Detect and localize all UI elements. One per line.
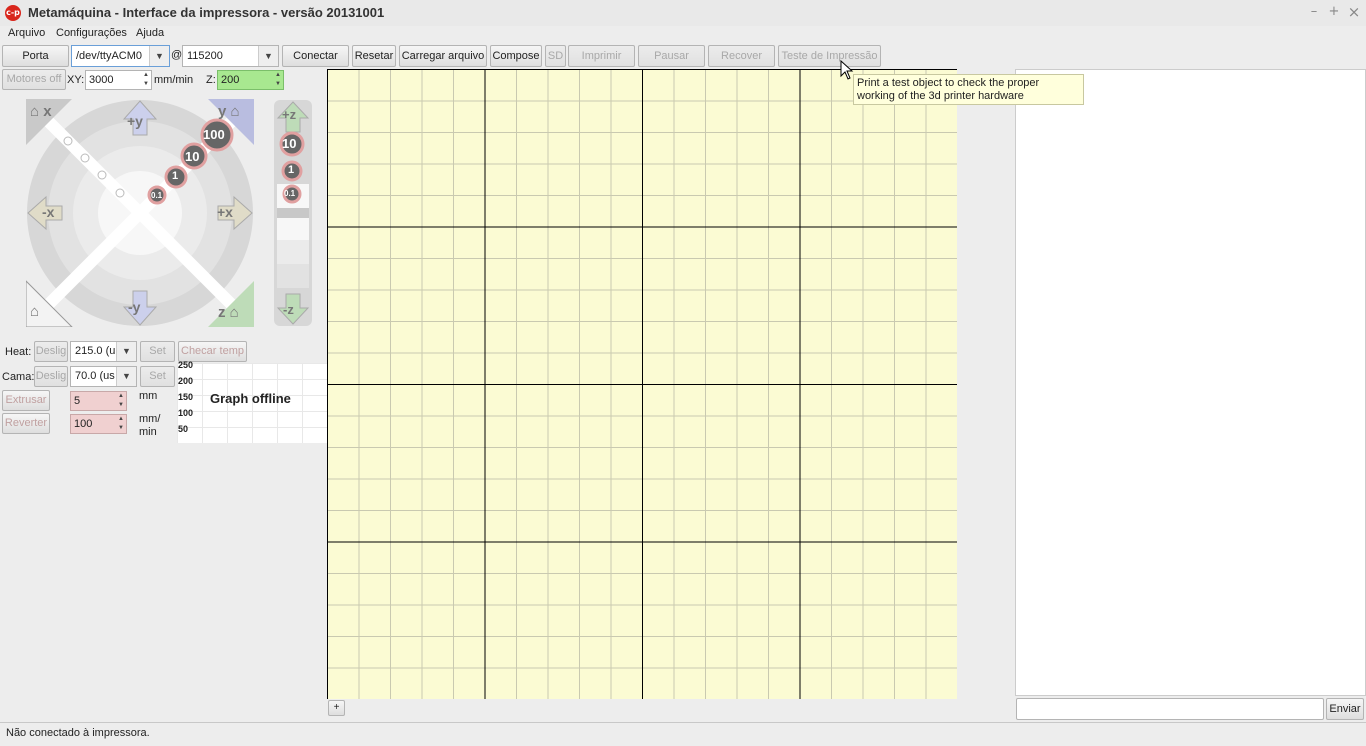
mouse-cursor-icon [840, 60, 854, 80]
chevron-down-icon: ▼ [258, 46, 278, 66]
extrude-length-value: 5 [74, 395, 81, 407]
graph-tick-150: 150 [178, 392, 194, 402]
metamaquina-logo-icon: c-p [5, 5, 21, 21]
motors-off-button[interactable]: Motores off [2, 69, 66, 90]
test-print-button[interactable]: Teste de Impressão [778, 45, 881, 67]
home-x-button[interactable]: ⌂ x [30, 103, 52, 120]
z-jog-control[interactable] [274, 100, 312, 326]
jog-plus-z-button[interactable]: +z [282, 107, 296, 122]
pause-button[interactable]: Pausar [638, 45, 705, 67]
spin-arrows-icon: ▲ ▼ [275, 72, 281, 87]
z-label: Z: [206, 74, 216, 86]
step-10-button[interactable]: 10 [185, 149, 199, 164]
baud-value: 115200 [187, 50, 223, 62]
home-y-label: y [218, 103, 227, 120]
maximize-button[interactable]: + [1326, 4, 1342, 20]
xy-label: XY: [67, 74, 85, 86]
send-button[interactable]: Enviar [1326, 698, 1364, 720]
heat-temp-value: 215.0 (u [75, 345, 116, 357]
window-title: Metamáquina - Interface da impressora - … [28, 5, 385, 20]
extrude-unit-label: mm [139, 390, 158, 402]
reset-button[interactable]: Resetar [352, 45, 396, 67]
spin-arrows-icon: ▲ ▼ [143, 72, 149, 87]
extrude-feed-value: 100 [74, 418, 93, 430]
minimize-button[interactable]: – [1306, 4, 1322, 20]
print-platter[interactable] [327, 69, 957, 699]
xy-unit-label: mm/min [154, 74, 194, 86]
heat-label: Heat: [5, 346, 32, 358]
jog-minus-z-button[interactable]: -z [283, 302, 294, 317]
menu-arquivo[interactable]: Arquivo [8, 27, 45, 39]
test-print-tooltip: Print a test object to check the proper … [853, 74, 1084, 105]
jog-minus-y-button[interactable]: -y [128, 299, 140, 315]
port-value: /dev/ttyACM0 [76, 50, 143, 62]
spin-arrows-icon: ▲ ▼ [118, 416, 124, 431]
baud-select[interactable]: 115200 ▼ [182, 45, 279, 67]
graph-tick-200: 200 [178, 376, 194, 386]
extrude-feed-input[interactable]: 100 ▲ ▼ [70, 414, 127, 434]
z-feedrate-input[interactable]: 200 ▲ ▼ [217, 70, 284, 90]
command-input[interactable] [1016, 698, 1324, 720]
platter-add-button[interactable]: + [328, 700, 345, 716]
step-0-1-button[interactable]: 0.1 [151, 191, 162, 200]
home-z-label: z [218, 304, 226, 321]
bed-temp-value: 70.0 (us [75, 370, 115, 382]
bed-off-button[interactable]: Deslig [34, 366, 68, 387]
home-y-button[interactable]: y ⌂ [218, 103, 240, 120]
graph-status: Graph offline [210, 391, 291, 406]
home-z-button[interactable]: z ⌂ [218, 304, 239, 321]
connect-button[interactable]: Conectar [282, 45, 349, 67]
at-label: @ [171, 49, 183, 61]
step-100-button[interactable]: 100 [203, 127, 225, 142]
check-temp-button[interactable]: Checar temp [178, 341, 247, 362]
port-select[interactable]: /dev/ttyACM0 ▼ [71, 45, 170, 67]
z-step-10-button[interactable]: 10 [282, 136, 296, 151]
compose-button[interactable]: Compose [490, 45, 542, 67]
bed-set-button[interactable]: Set [140, 366, 175, 387]
extrude-button[interactable]: Extrusar [2, 390, 50, 411]
load-file-button[interactable]: Carregar arquivo [399, 45, 487, 67]
home-x-label: x [43, 103, 52, 120]
console-log[interactable] [1015, 69, 1366, 696]
chevron-down-icon: ▼ [116, 367, 136, 386]
menu-configuracoes[interactable]: Configurações [56, 27, 127, 39]
chevron-down-icon: ▼ [116, 342, 136, 361]
heat-set-button[interactable]: Set [140, 341, 175, 362]
print-button[interactable]: Imprimir [568, 45, 635, 67]
home-all-button[interactable]: ⌂ [30, 303, 39, 320]
jog-plus-y-button[interactable]: +y [127, 113, 143, 129]
step-1-button[interactable]: 1 [172, 170, 178, 182]
graph-tick-100: 100 [178, 408, 194, 418]
bed-temp-select[interactable]: 70.0 (us ▼ [70, 366, 137, 387]
recover-button[interactable]: Recover [708, 45, 775, 67]
heat-off-button[interactable]: Deslig [34, 341, 68, 362]
bed-label: Cama: [2, 371, 35, 383]
xy-feedrate-value: 3000 [89, 74, 114, 86]
reverse-button[interactable]: Reverter [2, 413, 50, 434]
status-text: Não conectado à impressora. [6, 727, 150, 739]
graph-tick-250: 250 [178, 360, 194, 370]
feed-unit-label-1: mm/ [139, 413, 161, 425]
z-step-1-button[interactable]: 1 [288, 164, 294, 176]
z-feedrate-value: 200 [221, 74, 240, 86]
graph-tick-50: 50 [178, 424, 189, 434]
status-bar [0, 722, 1366, 746]
jog-minus-x-button[interactable]: -x [42, 204, 54, 220]
spin-arrows-icon: ▲ ▼ [118, 393, 124, 408]
close-button[interactable]: × [1346, 4, 1362, 20]
chevron-down-icon: ▼ [149, 46, 169, 66]
extrude-length-input[interactable]: 5 ▲ ▼ [70, 391, 127, 411]
xy-feedrate-input[interactable]: 3000 ▲ ▼ [85, 70, 152, 90]
feed-unit-label-2: min [139, 426, 157, 438]
menu-ajuda[interactable]: Ajuda [136, 27, 164, 39]
jog-plus-x-button[interactable]: +x [217, 204, 233, 220]
z-step-0-1-button[interactable]: 0.1 [284, 189, 295, 198]
heat-temp-select[interactable]: 215.0 (u ▼ [70, 341, 137, 362]
port-button[interactable]: Porta [2, 45, 69, 67]
sd-button[interactable]: SD [545, 45, 566, 67]
